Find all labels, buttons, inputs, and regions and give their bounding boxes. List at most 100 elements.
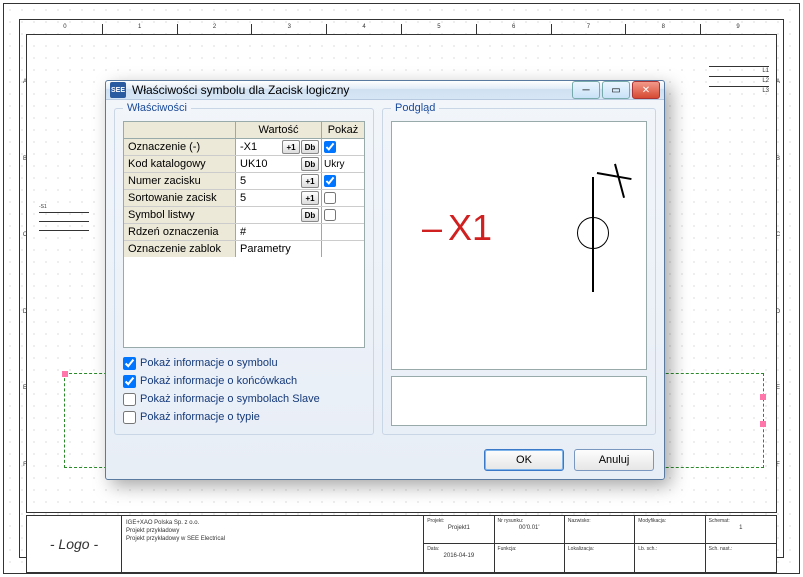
property-label: Numer zacisku — [124, 173, 236, 189]
property-label: Sortowanie zacisk — [124, 190, 236, 206]
option-label: Pokaż informacje o typie — [140, 408, 260, 426]
property-label: Rdzeń oznaczenia — [124, 224, 236, 240]
titleblock-cell: Modyfikacja: — [635, 516, 705, 544]
option-label: Pokaż informacje o końcówkach — [140, 372, 297, 390]
property-row: Sortowanie zacisk5+1 — [124, 190, 364, 207]
titleblock-cell: Data:2016-04-19 — [424, 544, 494, 572]
option-checkbox[interactable] — [123, 375, 136, 388]
show-checkbox[interactable] — [324, 209, 336, 221]
option-checkbox-row[interactable]: Pokaż informacje o typie — [123, 408, 365, 426]
show-extra-text: Ukry — [324, 159, 345, 170]
titleblock-grid: Projekt:Projekt1Nr rysunku:00'0.01'Nazwi… — [424, 516, 776, 572]
properties-legend: Właściwości — [123, 102, 191, 114]
show-cell[interactable] — [322, 139, 364, 155]
property-row: Rdzeń oznaczenia# — [124, 224, 364, 241]
property-value-cell[interactable]: Parametry — [236, 241, 322, 257]
app-icon: SEE — [110, 82, 126, 98]
maximize-button[interactable]: ▭ — [602, 81, 630, 99]
cancel-button[interactable]: Anuluj — [574, 449, 654, 471]
property-value-cell[interactable]: 5+1 — [236, 190, 322, 206]
ruler-top: 0123456789 — [28, 24, 775, 34]
property-grid: Wartość Pokaż Oznaczenie (-)-X1+1DbKod k… — [123, 121, 365, 348]
property-label: Oznaczenie (-) — [124, 139, 236, 155]
logo-cell: - Logo - — [27, 516, 122, 572]
increment-button[interactable]: +1 — [301, 191, 319, 205]
preview-canvas: –X1 — [391, 121, 647, 370]
property-value-cell[interactable]: # — [236, 224, 322, 240]
titleblock-cell: Nr rysunku:00'0.01' — [495, 516, 565, 544]
show-checkbox[interactable] — [324, 141, 336, 153]
ok-button[interactable]: OK — [484, 449, 564, 471]
property-value-cell[interactable]: 5+1 — [236, 173, 322, 189]
grid-blank — [124, 257, 364, 347]
property-value-cell[interactable]: UK10Db — [236, 156, 322, 172]
option-checkbox[interactable] — [123, 411, 136, 424]
bus-lines: L1L2L3 — [709, 66, 769, 96]
show-cell[interactable] — [322, 173, 364, 189]
show-checkbox[interactable] — [324, 175, 336, 187]
preview-diag2 — [614, 164, 625, 198]
increment-button[interactable]: +1 — [301, 174, 319, 188]
symbol-properties-dialog: SEE Właściwości symbolu dla Zacisk logic… — [105, 80, 665, 480]
titleblock-cell: Lokalizacja: — [565, 544, 635, 572]
property-row: Numer zacisku5+1 — [124, 173, 364, 190]
minimize-button[interactable]: ─ — [572, 81, 600, 99]
property-value-cell[interactable]: -X1+1Db — [236, 139, 322, 155]
close-button[interactable]: ✕ — [632, 81, 660, 99]
option-label: Pokaż informacje o symbolach Slave — [140, 390, 320, 408]
show-cell — [322, 241, 364, 257]
show-checkbox[interactable] — [324, 192, 336, 204]
dialog-title: Właściwości symbolu dla Zacisk logiczny — [132, 83, 572, 97]
show-cell — [322, 224, 364, 240]
titleblock-cell: Schemat:1 — [706, 516, 776, 544]
property-value[interactable]: 5 — [238, 192, 300, 204]
property-row: Oznaczenie zablokParametry — [124, 241, 364, 257]
db-button[interactable]: Db — [301, 140, 319, 154]
property-value-cell[interactable]: Db — [236, 207, 322, 223]
titleblock-cell: Nazwisko: — [565, 516, 635, 544]
db-button[interactable]: Db — [301, 208, 319, 222]
property-value[interactable]: # — [238, 226, 319, 238]
property-value[interactable]: 5 — [238, 175, 300, 187]
dialog-buttons: OK Anuluj — [106, 443, 664, 481]
left-component: -S1 — [39, 204, 89, 239]
property-value[interactable]: UK10 — [238, 158, 300, 170]
option-checkbox[interactable] — [123, 393, 136, 406]
property-label: Symbol listwy — [124, 207, 236, 223]
option-checkbox-row[interactable]: Pokaż informacje o symbolu — [123, 354, 365, 372]
option-checkbox-row[interactable]: Pokaż informacje o symbolach Slave — [123, 390, 365, 408]
show-cell[interactable] — [322, 207, 364, 223]
checkbox-list: Pokaż informacje o symboluPokaż informac… — [123, 354, 365, 426]
col-show: Pokaż — [322, 122, 364, 138]
property-row: Oznaczenie (-)-X1+1Db — [124, 139, 364, 156]
property-row: Symbol listwy Db — [124, 207, 364, 224]
preview-legend: Podgląd — [391, 102, 439, 114]
col-value: Wartość — [236, 122, 322, 138]
titleblock-cell: Lb. sch.: — [635, 544, 705, 572]
preview-sub-canvas — [391, 376, 647, 426]
property-label: Kod katalogowy — [124, 156, 236, 172]
increment-button[interactable]: +1 — [282, 140, 300, 154]
property-label: Oznaczenie zablok — [124, 241, 236, 257]
title-block: - Logo - IGE+XAO Polska Sp. z o.o. Proje… — [26, 515, 777, 573]
company-cell: IGE+XAO Polska Sp. z o.o. Projekt przykł… — [122, 516, 424, 572]
property-row: Kod katalogowyUK10DbUkry — [124, 156, 364, 173]
property-value[interactable]: -X1 — [238, 141, 281, 153]
preview-panel: Podgląd –X1 — [382, 108, 656, 435]
preview-terminal-circle — [577, 217, 609, 249]
option-label: Pokaż informacje o symbolu — [140, 354, 278, 372]
titlebar[interactable]: SEE Właściwości symbolu dla Zacisk logic… — [106, 81, 664, 100]
show-cell: Ukry — [322, 156, 364, 172]
option-checkbox-row[interactable]: Pokaż informacje o końcówkach — [123, 372, 365, 390]
db-button[interactable]: Db — [301, 157, 319, 171]
preview-diag — [597, 172, 632, 180]
option-checkbox[interactable] — [123, 357, 136, 370]
grid-header: Wartość Pokaż — [124, 122, 364, 139]
show-cell[interactable] — [322, 190, 364, 206]
titleblock-cell: Projekt:Projekt1 — [424, 516, 494, 544]
titleblock-cell: Sch. nast.: — [706, 544, 776, 572]
preview-symbol-text: –X1 — [422, 207, 492, 249]
properties-group: Właściwości Wartość Pokaż Oznaczenie (-)… — [114, 108, 374, 435]
property-value[interactable]: Parametry — [238, 243, 319, 255]
titleblock-cell: Funkcja: — [495, 544, 565, 572]
